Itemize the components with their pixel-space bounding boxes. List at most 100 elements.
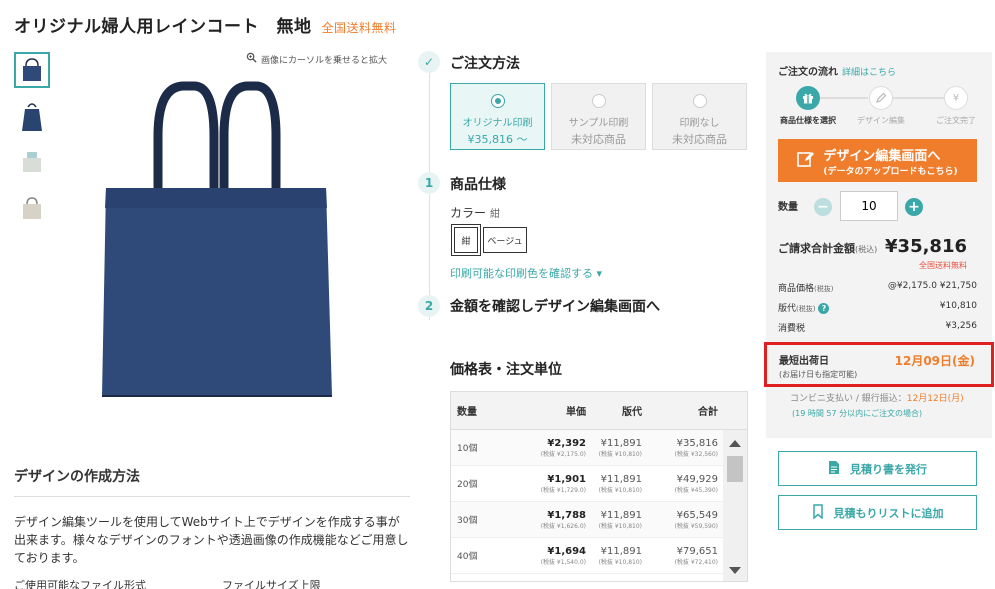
billing-free-shipping: 全国送料無料	[919, 261, 967, 270]
row-plate: ¥11,891	[600, 509, 642, 521]
scroll-down-icon[interactable]	[729, 567, 741, 574]
tax-value: ¥3,256	[945, 321, 978, 331]
row-total-ex: (税抜 ¥59,590)	[674, 522, 718, 530]
option-label: サンプル印刷	[568, 118, 629, 129]
table-row: 10個 ¥2,392 (税抜 ¥2,175.0) ¥11,891 (税抜 ¥10,8…	[451, 430, 747, 466]
product-price-value: @¥2,175.0 ¥21,750	[887, 281, 977, 291]
minus-button[interactable]: −	[814, 198, 832, 216]
step-2-title: 金額を確認しデザイン編集画面へ	[450, 299, 660, 315]
issue-estimate-label: 見積り書を発行	[850, 462, 927, 476]
plate-note: (税抜)	[796, 305, 816, 313]
product-title: オリジナル婦人用レインコート 無地 全国送料無料	[14, 12, 397, 37]
flow-step-complete: ご注文完了	[936, 116, 976, 125]
radio	[591, 94, 606, 108]
row-total: ¥79,651	[676, 545, 718, 557]
flow-line	[820, 97, 868, 99]
price-table: 数量 単価 版代 合計 10個 ¥2,392 (税抜 ¥2,175.0) ¥11,…	[450, 391, 748, 582]
option-no-print[interactable]: 印刷なし 未対応商品	[652, 83, 747, 150]
row-unit: ¥2,392	[547, 437, 586, 449]
help-icon[interactable]: ?	[818, 303, 830, 314]
row-unit-ex: (税抜 ¥1,540.0)	[540, 558, 586, 566]
billing-total-amount: ¥35,816	[885, 236, 967, 257]
design-button-label: デザイン編集画面へ	[823, 148, 941, 164]
plate-label: 版代	[778, 304, 797, 314]
thumbnail-list	[14, 52, 50, 236]
step-check-circle: ✓	[418, 51, 440, 73]
header-total: 合計	[698, 407, 718, 418]
issue-estimate-button[interactable]: 見積り書を発行	[778, 451, 977, 486]
order-method-title: ご注文方法	[450, 56, 520, 72]
color-label: カラー紺	[450, 204, 500, 221]
flow-details-link[interactable]: 詳細はこちら	[842, 68, 896, 78]
conv-date: 12月12日(月)	[906, 394, 964, 404]
tax-label: 消費税	[778, 324, 806, 334]
price-table-header: 数量 単価 版代 合計	[451, 392, 747, 430]
pencil-icon	[869, 86, 893, 110]
table-scrollbar[interactable]	[723, 430, 747, 581]
printable-colors-link[interactable]: 印刷可能な印刷色を確認する ▾	[450, 265, 602, 281]
option-label: 印刷なし	[679, 118, 720, 129]
quantity-input[interactable]	[840, 191, 898, 221]
thumbnail-bag-folded[interactable]	[14, 98, 50, 134]
product-main-image[interactable]	[96, 78, 336, 408]
thumbnail-bag-front[interactable]	[14, 52, 50, 88]
billing-tax-note: (税込)	[855, 245, 878, 254]
scroll-up-icon[interactable]	[729, 440, 741, 447]
shipping-date-box: 最短出荷日 (お届け日も指定可能) 12月09日(金)	[764, 342, 994, 387]
table-row: 30個 ¥1,788 (税抜 ¥1,626.0) ¥11,891 (税抜 ¥10,8…	[451, 502, 747, 538]
row-unit: ¥1,694	[547, 545, 586, 557]
header-unit: 単価	[566, 407, 586, 418]
file-size-label: ファイルサイズ上限	[222, 579, 321, 589]
quantity-label: 数量	[778, 202, 798, 213]
product-price-note: (税抜)	[814, 285, 834, 293]
add-to-estimate-list-button[interactable]: 見積もりリストに追加	[778, 495, 977, 530]
flow-line	[892, 97, 944, 99]
shipping-sub: (お届け日も指定可能)	[779, 370, 858, 379]
document-icon	[828, 460, 840, 478]
billing-total-label: ご請求合計金額(税込)	[778, 240, 877, 256]
table-row: 40個 ¥1,694 (税抜 ¥1,540.0) ¥11,891 (税抜 ¥10,8…	[451, 538, 747, 574]
row-total-ex: (税抜 ¥72,410)	[674, 558, 718, 566]
design-method-section: デザインの作成方法 デザイン編集ツールを使用してWebサイト上でデザインを作成す…	[14, 466, 410, 567]
row-unit-ex: (税抜 ¥2,175.0)	[540, 450, 586, 458]
design-button-sublabel: (データのアップロードもこちら)	[823, 166, 958, 177]
product-price-line: 商品価格(税抜) @¥2,175.0 ¥21,750	[778, 281, 977, 294]
row-plate: ¥11,891	[600, 437, 642, 449]
option-sample-print[interactable]: サンプル印刷 未対応商品	[551, 83, 646, 150]
add-list-label: 見積もりリストに追加	[833, 506, 944, 520]
price-table-title: 価格表・注文単位	[450, 362, 562, 378]
color-swatch-beige[interactable]: ベージュ	[483, 227, 527, 253]
option-status: 未対応商品	[672, 133, 727, 146]
color-swatch-navy[interactable]: 紺	[451, 224, 481, 256]
step-2-circle: 2	[418, 295, 440, 317]
design-method-body: デザイン編集ツールを使用してWebサイト上でデザインを作成する事が出来ます。様々…	[14, 515, 409, 565]
flow-step-design: デザイン編集	[857, 116, 905, 125]
plus-button[interactable]: +	[905, 198, 923, 216]
row-total: ¥35,816	[676, 437, 718, 449]
scroll-thumb[interactable]	[727, 456, 743, 482]
row-unit-ex: (税抜 ¥1,626.0)	[540, 522, 586, 530]
row-plate: ¥11,891	[600, 473, 642, 485]
billing-total-label-text: ご請求合計金額	[778, 242, 855, 255]
plate-value: ¥10,810	[939, 301, 977, 311]
design-editor-button[interactable]: デザイン編集画面へ (データのアップロードもこちら)	[778, 139, 977, 182]
color-label-text: カラー	[450, 206, 487, 220]
product-title-text: オリジナル婦人用レインコート 無地	[14, 17, 312, 37]
design-method-heading: デザインの作成方法	[14, 466, 410, 497]
thumbnail-bag-beige[interactable]	[14, 190, 50, 226]
order-flow-title-text: ご注文の流れ	[778, 67, 838, 78]
row-total: ¥65,549	[676, 509, 718, 521]
row-qty: 10個	[457, 444, 478, 454]
zoom-hint: 画像にカーソルを乗せると拡大	[246, 52, 387, 66]
option-label: オリジナル印刷	[462, 118, 533, 129]
option-original-print[interactable]: オリジナル印刷 ¥35,816 ～	[450, 83, 545, 150]
row-qty: 40個	[457, 552, 478, 562]
price-table-rows: 10個 ¥2,392 (税抜 ¥2,175.0) ¥11,891 (税抜 ¥10,8…	[451, 430, 747, 574]
shipping-date: 12月09日(金)	[894, 354, 975, 368]
option-price: ¥35,816 ～	[467, 133, 528, 146]
gift-icon	[796, 86, 820, 110]
plate-price-line: 版代(税抜)? ¥10,810	[778, 301, 977, 314]
shipping-label: 最短出荷日	[779, 356, 829, 367]
thumbnail-bag-light[interactable]	[14, 144, 50, 180]
edit-icon	[797, 150, 815, 171]
